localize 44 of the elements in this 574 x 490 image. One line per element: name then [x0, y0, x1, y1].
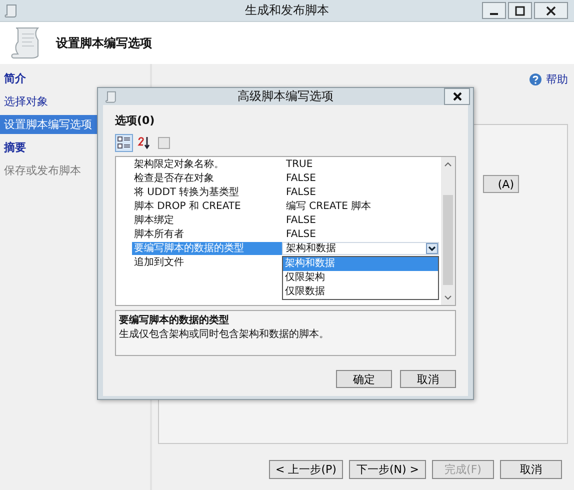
property-value: 编写 CREATE 脚本: [285, 200, 372, 213]
help-link[interactable]: 帮助: [529, 70, 568, 88]
dialog-button[interactable]: 取消: [400, 370, 456, 388]
property-value: FALSE: [285, 186, 316, 198]
dropdown-option[interactable]: 仅限数据: [283, 284, 438, 298]
property-name[interactable]: 脚本绑定: [132, 214, 282, 226]
property-name[interactable]: 脚本所有者: [132, 228, 282, 240]
description-text: 生成仅包含架构或同时包含架构和数据的脚本。: [119, 328, 330, 341]
scroll-up-icon[interactable]: [443, 160, 453, 168]
close-icon: [452, 92, 462, 101]
scroll-icon: [104, 90, 118, 104]
categorized-icon[interactable]: [115, 134, 133, 152]
wizard-button[interactable]: 取消: [500, 460, 562, 479]
maximize-icon: [515, 6, 525, 16]
sidebar-item[interactable]: 简介: [0, 69, 150, 88]
scroll-down-icon[interactable]: [443, 294, 453, 302]
description-title: 要编写脚本的数据的类型: [119, 314, 230, 327]
save-as-button[interactable]: (A): [483, 175, 519, 193]
property-value: FALSE: [285, 172, 316, 184]
property-name[interactable]: 脚本 DROP 和 CREATE: [132, 200, 282, 212]
dialog-button[interactable]: 确定: [336, 370, 392, 388]
maximize-button[interactable]: [508, 2, 532, 19]
dropdown-option[interactable]: 仅限架构: [283, 270, 438, 284]
close-icon: [546, 6, 556, 16]
property-name[interactable]: 架构限定对象名称。: [132, 158, 282, 170]
chevron-down-icon[interactable]: [426, 242, 438, 254]
window-title: 生成和发布脚本: [245, 2, 329, 19]
dialog-title: 高级脚本编写选项: [238, 88, 334, 105]
scroll-icon: [3, 2, 19, 18]
close-button[interactable]: [534, 2, 568, 19]
page-title: 设置脚本编写选项: [56, 34, 152, 52]
minimize-button[interactable]: [482, 2, 506, 19]
property-value: TRUE: [285, 158, 313, 170]
property-name[interactable]: 将 UDDT 转换为基类型: [132, 186, 282, 198]
close-button[interactable]: [444, 88, 470, 105]
property-name[interactable]: 追加到文件: [132, 256, 282, 268]
property-value: FALSE: [285, 214, 316, 226]
minimize-icon: [490, 12, 498, 14]
property-value: FALSE: [285, 228, 316, 240]
scrollbar[interactable]: [441, 157, 455, 305]
property-name[interactable]: 检查是否存在对象: [132, 172, 282, 184]
wizard-button[interactable]: 下一步(N) >: [349, 460, 426, 479]
help-icon: [529, 72, 542, 86]
wizard-button[interactable]: < 上一步(P): [268, 460, 344, 479]
